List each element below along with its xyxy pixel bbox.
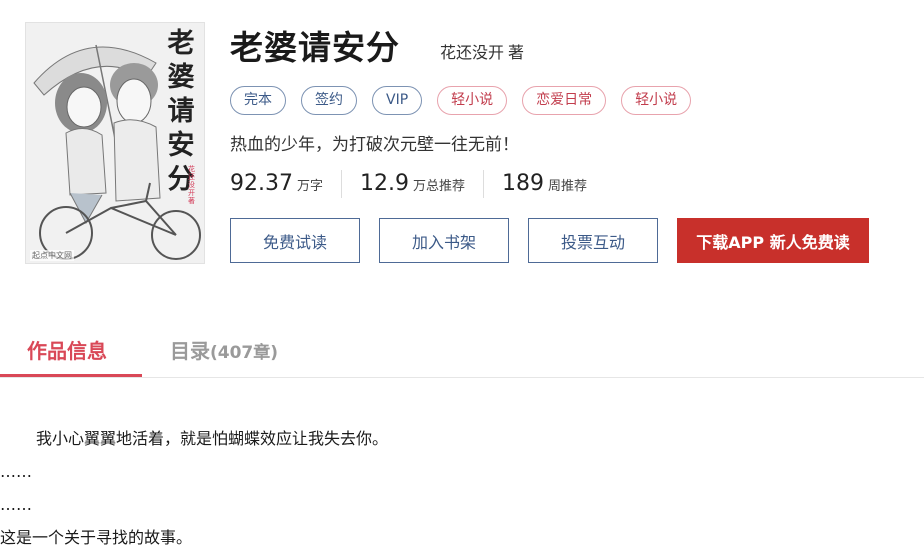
book-author: 花还没开著 — [440, 42, 524, 64]
stat-weekly-recommend: 189 周推荐 — [502, 170, 605, 198]
stat-total-recommend: 12.9 万总推荐 — [360, 170, 484, 198]
cover-title-char: 请 — [167, 96, 195, 127]
stat-unit: 周推荐 — [548, 179, 588, 194]
book-intro: 热血的少年，为打破次元壁一往无前！ — [230, 135, 519, 155]
cover-author: 花还没开著 — [188, 165, 195, 205]
stat-value: 92.37 — [230, 171, 293, 196]
tag-status: 完本 — [230, 86, 286, 115]
cover-title-char: 老 — [167, 28, 195, 59]
cover-title-char: 安 — [167, 130, 195, 161]
description-line: …… — [0, 495, 32, 514]
stat-word-count: 92.37 万字 — [230, 170, 342, 198]
description-line: 我小心翼翼地活着，就是怕蝴蝶效应让我失去你。 — [36, 429, 389, 448]
vote-button[interactable]: 投票互动 — [528, 218, 658, 263]
stat-unit: 万字 — [296, 179, 323, 194]
tab-catalog[interactable]: 目录(407章) — [170, 338, 278, 366]
tag-category[interactable]: 轻小说 — [621, 86, 692, 115]
book-description: 我小心翼翼地活着，就是怕蝴蝶效应让我失去你。 …… …… 这是一个关于寻找的故事… — [0, 426, 388, 558]
free-read-button[interactable]: 免费试读 — [230, 218, 360, 263]
add-to-shelf-button[interactable]: 加入书架 — [379, 218, 509, 263]
stat-value: 189 — [502, 171, 544, 196]
tag-vip: VIP — [372, 86, 423, 115]
action-bar: 免费试读 加入书架 投票互动 下载APP 新人免费读 — [230, 218, 869, 263]
tab-bar: 作品信息 目录(407章) — [0, 318, 924, 378]
description-line: 这是一个关于寻找的故事。 — [0, 528, 193, 547]
tab-book-info[interactable]: 作品信息 — [27, 338, 107, 364]
book-stats: 92.37 万字 12.9 万总推荐 189 周推荐 — [230, 170, 623, 198]
tag-signed: 签约 — [301, 86, 357, 115]
tag-subcategory[interactable]: 恋爱日常 — [522, 86, 607, 115]
chapter-count: (407章) — [210, 343, 279, 363]
cover-title-char: 婆 — [167, 62, 195, 93]
stat-value: 12.9 — [360, 171, 409, 196]
book-cover[interactable]: 老 婆 请 安 分 花还没开著 起点中文网 — [25, 22, 205, 264]
active-tab-indicator — [0, 374, 142, 377]
cover-watermark: 起点中文网 — [30, 250, 74, 261]
author-suffix: 著 — [508, 43, 525, 62]
tag-category[interactable]: 轻小说 — [437, 86, 508, 115]
book-title: 老婆请安分 — [230, 28, 400, 67]
tag-list: 完本 签约 VIP 轻小说 恋爱日常 轻小说 — [230, 86, 692, 115]
stat-unit: 万总推荐 — [412, 179, 465, 194]
download-app-button[interactable]: 下载APP 新人免费读 — [677, 218, 869, 263]
tab-catalog-label: 目录 — [170, 339, 210, 363]
author-link[interactable]: 花还没开 — [440, 43, 504, 62]
description-line: …… — [0, 462, 32, 481]
